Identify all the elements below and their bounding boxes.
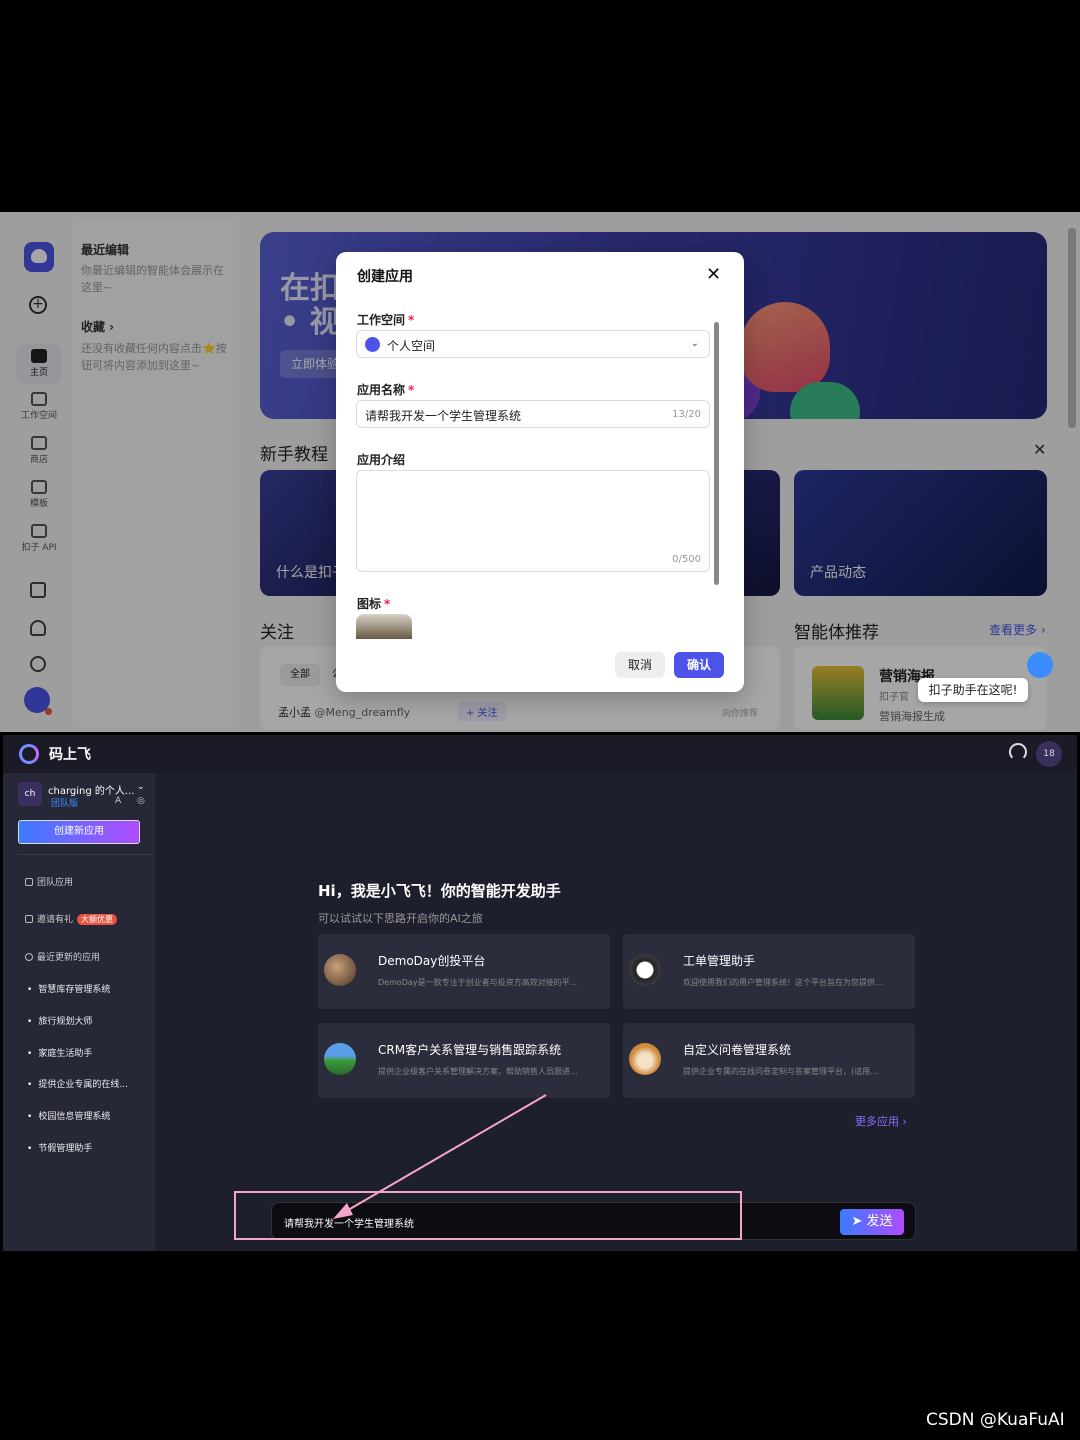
dialog-scrollbar[interactable] (714, 322, 719, 585)
workspace-select[interactable]: 个人空间 ⌄ (356, 330, 710, 358)
icon-label: 图标 * (357, 597, 391, 611)
mashangfei-window: 码上飞 18 ch charging 的个人... ⌄ 团队版 A ◎ 创建新应… (3, 735, 1077, 1251)
app-name-input[interactable]: 请帮我开发一个学生管理系统 13/20 (356, 400, 710, 428)
cancel-button[interactable]: 取消 (615, 652, 665, 678)
name-label: 应用名称 * (357, 383, 415, 397)
dialog-title: 创建应用 (357, 269, 413, 285)
annotation-arrow (333, 1094, 547, 1219)
confirm-button[interactable]: 确认 (674, 652, 724, 678)
app-intro-textarea[interactable]: 0/500 (356, 470, 710, 572)
workspace-label: 工作空间 * (357, 313, 415, 327)
person-icon (365, 337, 380, 352)
assistant-tooltip: 扣子助手在这呢! (918, 678, 1028, 702)
watermark: CSDN @KuaFuAI (926, 1410, 1065, 1430)
assistant-chat-icon[interactable] (1027, 652, 1053, 678)
intro-label: 应用介绍 (357, 453, 406, 467)
coze-window: + 主页 工作空间 商店 模板 扣子 API 最近编辑 你最近编辑的智能体会展示… (0, 212, 1080, 732)
dialog-close-icon[interactable]: ✕ (706, 264, 721, 285)
app-icon-thumbnail[interactable] (356, 614, 412, 639)
create-app-dialog: 创建应用 ✕ 工作空间 * 个人空间 ⌄ 应用名称 * 请帮我开发一个学生管理系统 … (336, 252, 744, 692)
chevron-down-icon: ⌄ (690, 338, 699, 349)
